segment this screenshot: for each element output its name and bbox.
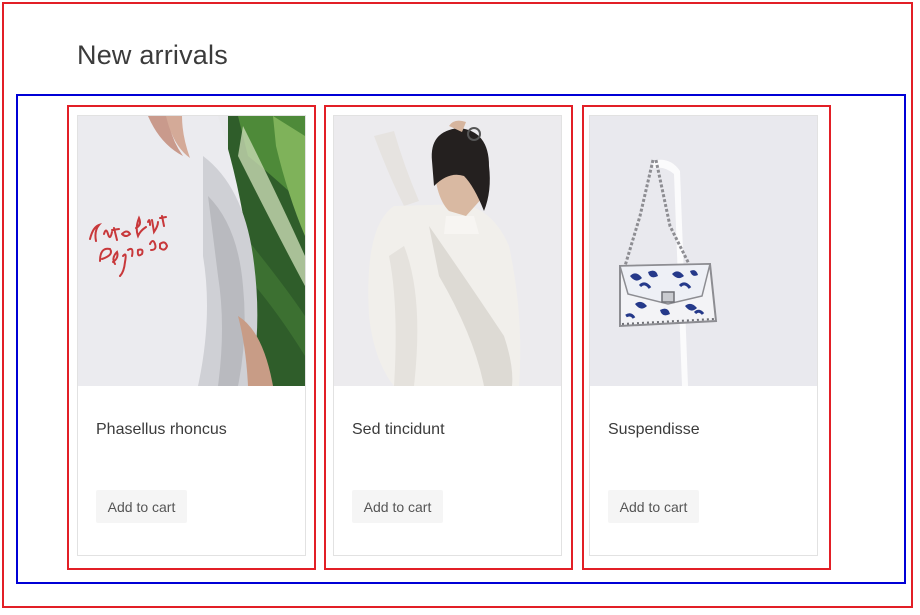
product-card: Suspendisse Add to cart xyxy=(589,115,818,556)
product-card: Phasellus rhoncus Add to cart xyxy=(77,115,306,556)
product-card: Sed tincidunt Add to cart xyxy=(333,115,562,556)
product-image[interactable] xyxy=(78,116,305,386)
product-image[interactable] xyxy=(590,116,817,386)
product-name[interactable]: Sed tincidunt xyxy=(352,420,445,440)
section-title: New arrivals xyxy=(77,40,228,70)
product-name[interactable]: Phasellus rhoncus xyxy=(96,420,227,440)
product-image[interactable] xyxy=(334,116,561,386)
add-to-cart-button[interactable]: Add to cart xyxy=(608,490,699,523)
add-to-cart-button[interactable]: Add to cart xyxy=(96,490,187,523)
product-name[interactable]: Suspendisse xyxy=(608,420,700,440)
add-to-cart-button[interactable]: Add to cart xyxy=(352,490,443,523)
